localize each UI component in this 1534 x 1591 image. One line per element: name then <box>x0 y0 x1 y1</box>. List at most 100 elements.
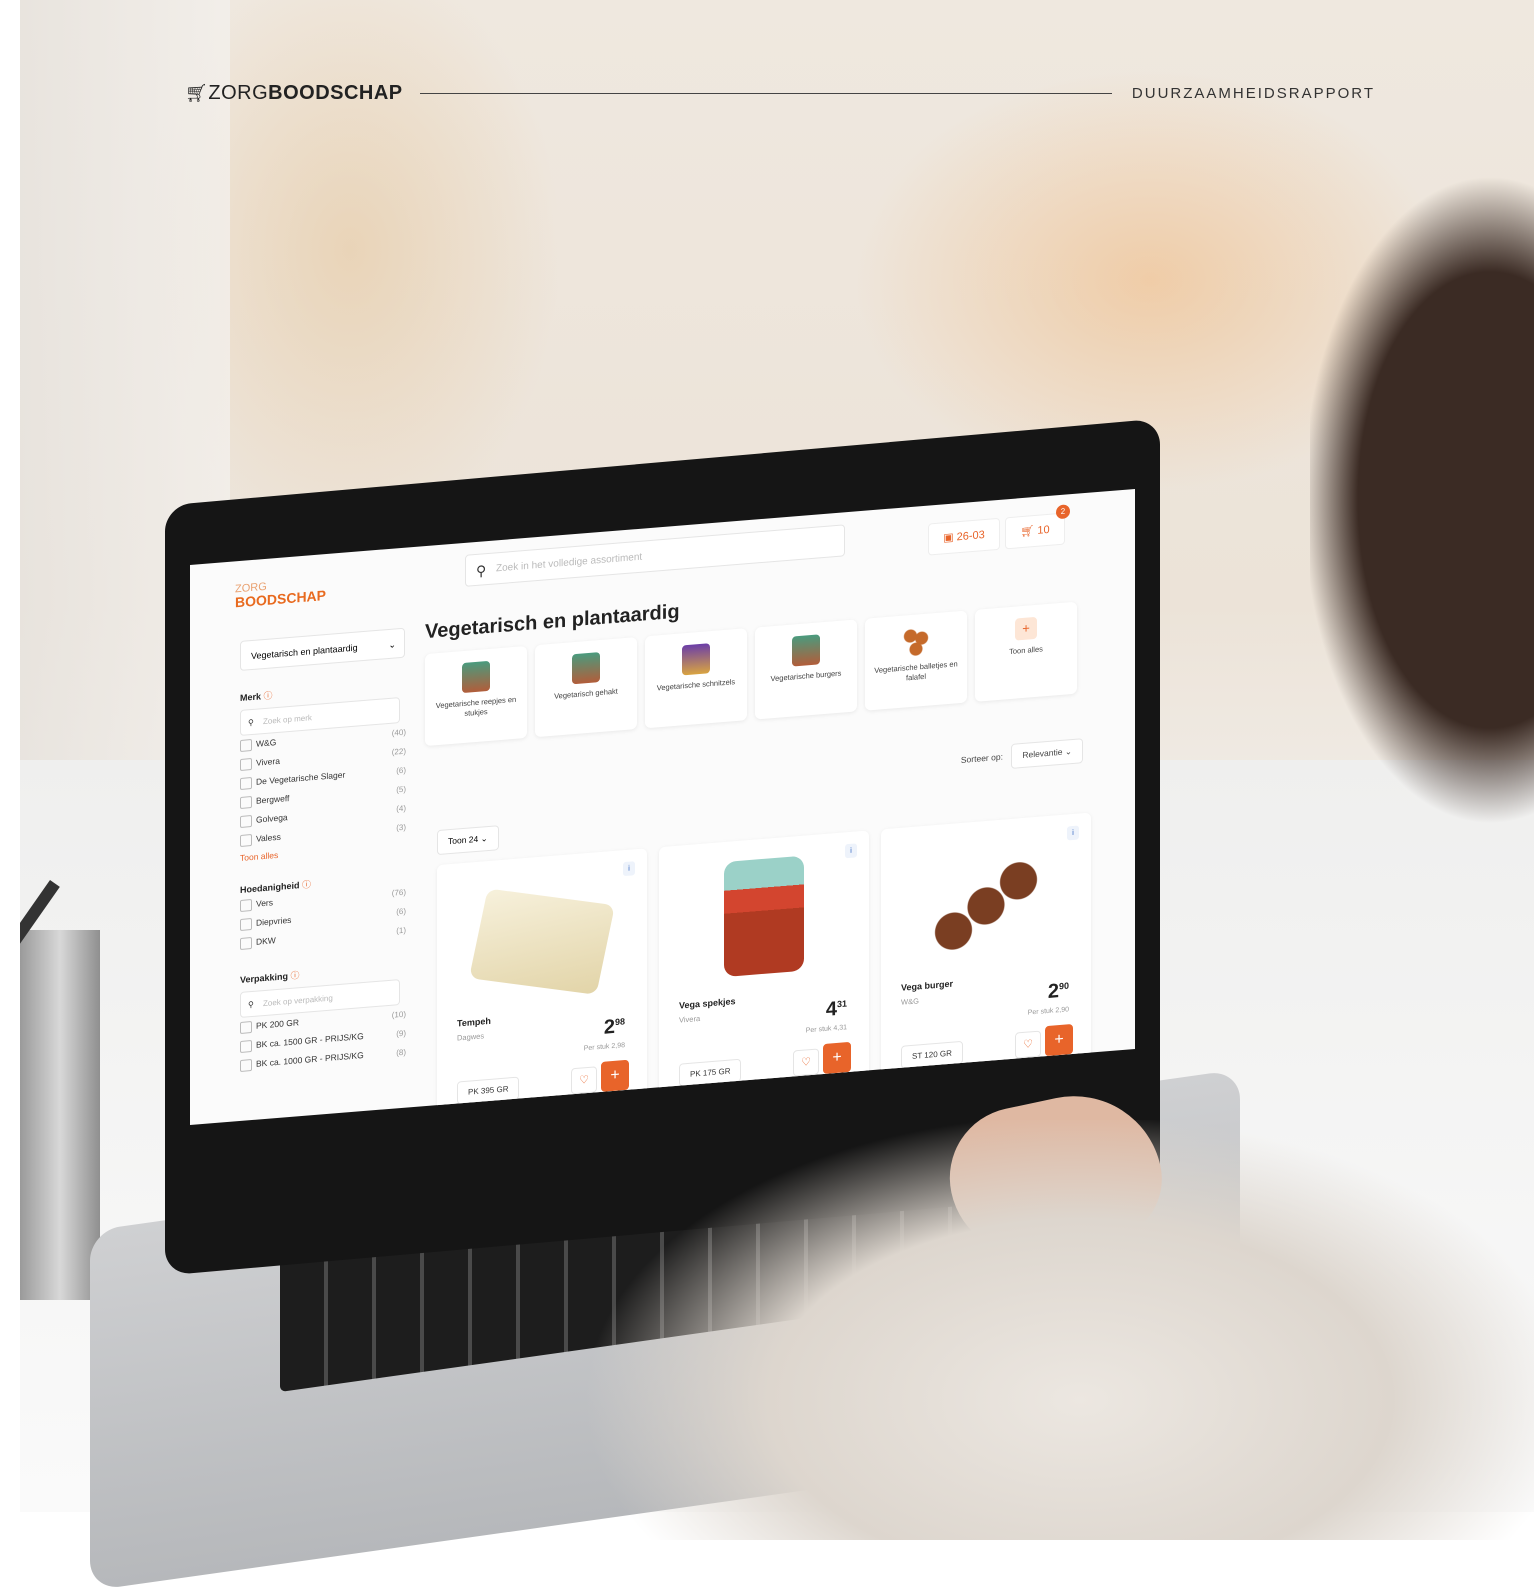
category-label: Vegetarisch gehakt <box>554 686 618 701</box>
chevron-down-icon: ⌄ <box>480 833 488 844</box>
product-price: 290 <box>1048 979 1069 1004</box>
product-card[interactable]: i Tempeh Dagwes 298 Per stuk 2,98 PK 395… <box>437 848 647 1121</box>
sort-control: Sorteer op: Relevantie ⌄ <box>961 738 1083 773</box>
category-tile[interactable]: Vegetarische burgers <box>755 619 857 720</box>
product-name[interactable]: Tempeh <box>457 1016 491 1029</box>
add-to-cart-button[interactable]: + <box>1045 1023 1073 1057</box>
delivery-date-button[interactable]: ▣ 26-03 <box>928 517 1000 556</box>
category-tile[interactable]: Vegetarische balletjes en falafel <box>865 610 967 711</box>
logo-light-text: ZORG <box>208 82 269 104</box>
category-select[interactable]: Vegetarisch en plantaardig ⌄ <box>240 627 405 671</box>
product-price: 298 <box>604 1015 625 1040</box>
info-icon[interactable]: ⓘ <box>291 970 300 981</box>
product-card[interactable]: i Vega burger W&G 290 Per stuk 2,90 ST 1… <box>881 812 1091 1085</box>
search-icon: ⚲ <box>476 562 487 579</box>
option-label: Bergweff <box>256 793 290 806</box>
option-label: Golvega <box>256 812 288 825</box>
category-image <box>682 643 710 676</box>
delivery-date: 26-03 <box>956 529 985 544</box>
info-icon[interactable]: ⓘ <box>302 879 311 890</box>
info-icon[interactable]: ⓘ <box>264 690 273 701</box>
checkbox[interactable] <box>240 796 252 809</box>
search-icon: ⚲ <box>248 999 254 1010</box>
option-label: Diepvries <box>256 914 292 928</box>
filter-title-text: Verpakking <box>240 971 289 985</box>
filter-sidebar: Vegetarisch en plantaardig ⌄ Merk ⓘ ⚲ Zo… <box>240 626 420 1074</box>
product-image[interactable] <box>921 855 1051 957</box>
product-brand: Dagwes <box>457 1031 485 1043</box>
category-tile[interactable]: Vegetarische schnitzels <box>645 628 747 729</box>
category-label: Vegetarische burgers <box>770 668 842 684</box>
site-logo[interactable]: ZORG BOODSCHAP <box>235 576 326 611</box>
checkbox[interactable] <box>240 918 252 931</box>
heart-icon[interactable]: ♡ <box>793 1048 819 1077</box>
checkbox[interactable] <box>240 834 252 847</box>
sort-select[interactable]: Relevantie ⌄ <box>1011 738 1083 769</box>
option-count: (6) <box>396 765 406 776</box>
option-count: (6) <box>396 906 406 917</box>
category-tile[interactable]: Vegetarisch gehakt <box>535 637 637 738</box>
option-label: Vers <box>256 897 274 909</box>
checkbox[interactable] <box>240 937 252 950</box>
category-label: Toon alles <box>1009 644 1043 657</box>
product-card[interactable]: i Vega spekjes Vivera 431 Per stuk 4,31 … <box>659 830 869 1103</box>
category-tile-show-all[interactable]: + Toon alles <box>975 601 1077 702</box>
info-icon[interactable]: i <box>623 861 635 877</box>
plus-icon: + <box>1015 616 1037 641</box>
person-body <box>560 1120 1534 1540</box>
pen-cup <box>20 930 100 1300</box>
option-label: De Vegetarische Slager <box>256 769 346 787</box>
product-brand: Vivera <box>679 1013 701 1025</box>
price-cents: 90 <box>1058 980 1069 992</box>
category-label: Vegetarische balletjes en falafel <box>874 659 958 683</box>
show-count-select[interactable]: Toon 24 ⌄ <box>437 825 499 856</box>
cart-button[interactable]: 🛒︎ 10 <box>1005 512 1065 550</box>
info-icon[interactable]: i <box>1067 825 1079 841</box>
unit-price: Per stuk 2,90 <box>1027 1006 1069 1017</box>
unit-price: Per stuk 2,98 <box>583 1042 625 1053</box>
checkbox[interactable] <box>240 899 252 912</box>
price-main: 2 <box>603 1015 615 1039</box>
sort-value: Relevantie <box>1022 746 1063 761</box>
search-placeholder: Zoek in het volledige assortiment <box>496 551 643 575</box>
main-content: Vegetarisch en plantaardig Vegetarische … <box>425 566 1105 1121</box>
report-header: 🛒︎ZORGBOODSCHAP DUURZAAMHEIDSRAPPORT <box>185 82 1375 106</box>
product-name[interactable]: Vega burger <box>901 979 953 993</box>
checkbox[interactable] <box>240 1059 252 1072</box>
report-logo: 🛒︎ZORGBOODSCHAP <box>185 82 403 105</box>
product-name[interactable]: Vega spekjes <box>679 996 736 1011</box>
checkbox[interactable] <box>240 758 252 771</box>
add-to-cart-button[interactable]: + <box>823 1041 851 1075</box>
heart-icon[interactable]: ♡ <box>571 1066 597 1095</box>
option-label: W&G <box>256 737 277 749</box>
product-image[interactable] <box>469 888 615 995</box>
option-count: (10) <box>391 1009 406 1020</box>
category-image <box>792 634 820 667</box>
checkbox[interactable] <box>240 777 252 790</box>
checkbox[interactable] <box>240 1040 252 1053</box>
category-image <box>902 625 930 658</box>
option-count: (76) <box>391 887 406 898</box>
heart-icon[interactable]: ♡ <box>1015 1030 1041 1059</box>
checkbox[interactable] <box>240 815 252 828</box>
report-title: DUURZAAMHEIDSRAPPORT <box>1131 85 1375 102</box>
option-count: (22) <box>391 746 406 757</box>
option-count: (4) <box>396 803 406 814</box>
checkbox[interactable] <box>240 1021 252 1034</box>
calendar-icon: ▣ <box>943 531 954 545</box>
category-image <box>572 652 600 685</box>
chevron-down-icon: ⌄ <box>388 639 396 651</box>
add-to-cart-button[interactable]: + <box>601 1059 629 1092</box>
option-count: (5) <box>396 784 406 795</box>
sort-label: Sorteer op: <box>960 751 1003 765</box>
price-main: 2 <box>1047 980 1059 1003</box>
price-cents: 31 <box>836 998 847 1010</box>
price-main: 4 <box>825 997 837 1021</box>
category-tile[interactable]: Vegetarische reepjes en stukjes <box>425 645 527 747</box>
unit-price: Per stuk 4,31 <box>805 1024 847 1035</box>
header-divider <box>420 93 1112 94</box>
option-label: DKW <box>256 935 276 947</box>
product-image[interactable] <box>724 855 804 978</box>
info-icon[interactable]: i <box>845 843 857 859</box>
checkbox[interactable] <box>240 739 252 752</box>
